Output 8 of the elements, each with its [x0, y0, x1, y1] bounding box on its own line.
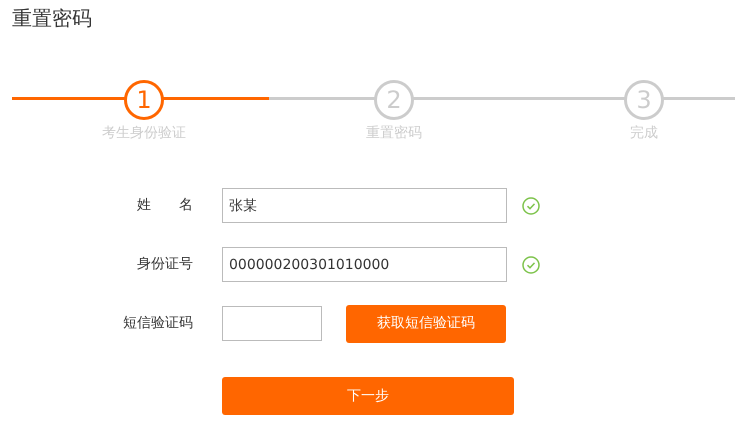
input-field[interactable]: 000000200301010000 — [222, 247, 507, 282]
input-field[interactable]: 张某 — [222, 188, 507, 223]
step-number: 1 — [124, 80, 164, 120]
code-field[interactable] — [222, 306, 322, 341]
field-label: 短信验证码 — [122, 314, 193, 333]
field-label: 身份证号 — [136, 255, 193, 274]
page-title: 重置密码 — [11, 5, 93, 32]
field-label: 姓 名 — [136, 196, 193, 215]
